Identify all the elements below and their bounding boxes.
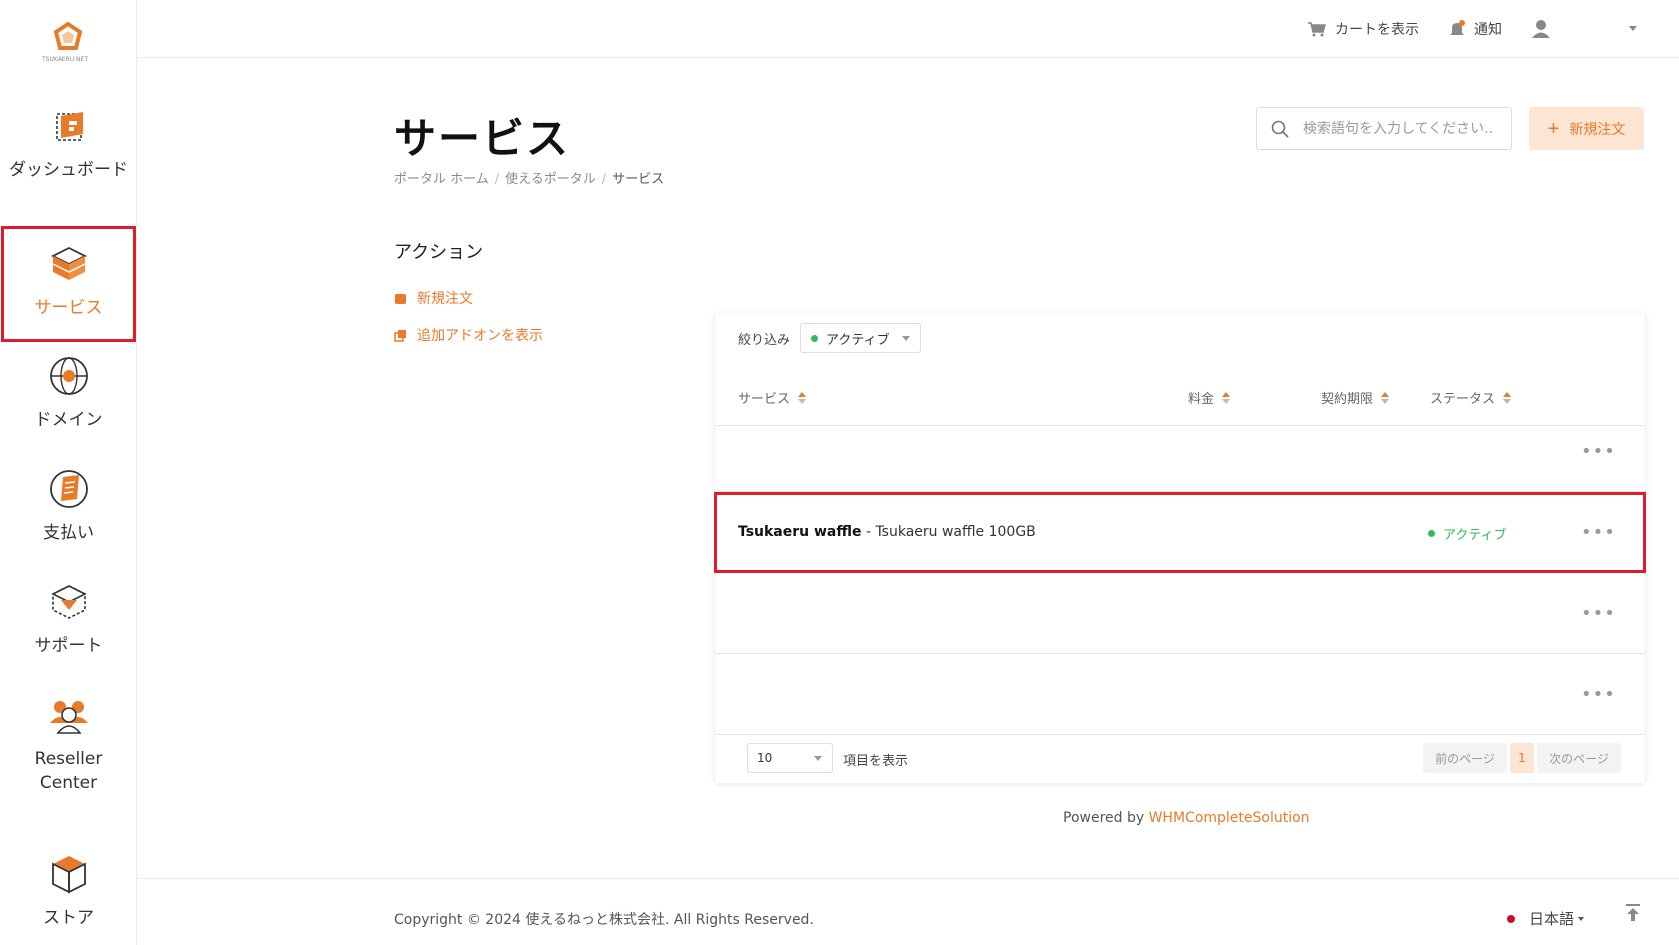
sidebar-item-support[interactable]: サポート: [0, 580, 137, 658]
filter-label: 絞り込み: [738, 332, 791, 348]
action-new-order-link[interactable]: 新規注文: [394, 288, 473, 308]
table-row[interactable]: •••: [715, 573, 1645, 654]
new-order-label: 新規注文: [1569, 120, 1626, 137]
per-page-label: 項目を表示: [843, 754, 909, 769]
invoice-icon: [49, 470, 88, 508]
sidebar-item-label: サポート: [34, 636, 103, 656]
column-due-date[interactable]: 契約期限: [1321, 388, 1390, 407]
page-title: サービス: [394, 114, 571, 163]
view-cart-label: カートを表示: [1335, 22, 1419, 38]
notifications-link[interactable]: 通知: [1448, 19, 1502, 39]
sidebar-item-label: ダッシュボード: [9, 160, 128, 180]
cart-icon: [1308, 22, 1326, 37]
new-order-button[interactable]: + 新規注文: [1529, 107, 1644, 150]
logo-icon: [53, 22, 83, 50]
sidebar-item-reseller-center[interactable]: Reseller Center: [0, 693, 137, 795]
column-status-label: ステータス: [1430, 392, 1496, 407]
bell-icon: [1450, 20, 1465, 35]
page-number-button[interactable]: 1: [1510, 743, 1534, 773]
view-cart-link[interactable]: カートを表示: [1307, 19, 1419, 39]
breadcrumb-portal[interactable]: 使えるポータル: [505, 172, 596, 187]
status-filter-select[interactable]: アクティブ: [800, 323, 922, 353]
powered-by-prefix: Powered by: [1063, 810, 1149, 826]
copyright: Copyright © 2024 使えるねっと株式会社. All Rights …: [394, 912, 814, 928]
more-options-icon[interactable]: •••: [1581, 441, 1616, 462]
plus-icon: +: [1547, 117, 1560, 140]
row-highlight: [714, 492, 1646, 573]
sidebar-item-store[interactable]: ストア: [0, 852, 137, 930]
globe-icon: [49, 357, 88, 395]
active-dot-icon: [811, 334, 819, 342]
back-to-top-button[interactable]: [1624, 903, 1642, 927]
addons-icon: [394, 329, 406, 342]
topbar: カートを表示 通知: [137, 0, 1679, 58]
column-price[interactable]: 料金: [1188, 388, 1231, 407]
sort-icon: [798, 391, 807, 404]
column-service[interactable]: サービス: [738, 388, 807, 407]
user-icon: [1532, 20, 1550, 38]
search-box[interactable]: [1256, 107, 1512, 150]
breadcrumb-home[interactable]: ポータル ホーム: [394, 172, 489, 187]
filter-value: アクティブ: [826, 332, 890, 348]
dashboard-icon: [55, 112, 83, 141]
whmcs-link[interactable]: WHMCompleteSolution: [1149, 810, 1310, 826]
column-due-date-label: 契約期限: [1321, 392, 1374, 407]
action-new-order-label: 新規注文: [417, 291, 473, 307]
support-icon: [50, 585, 87, 619]
sort-icon: [1503, 391, 1512, 404]
action-view-addons-label: 追加アドオンを表示: [417, 328, 543, 344]
language-label: 日本語: [1529, 910, 1575, 928]
per-page-value: 10: [757, 751, 773, 765]
column-price-label: 料金: [1188, 392, 1215, 407]
chevron-down-icon: [1629, 26, 1637, 31]
account-dropdown[interactable]: [1629, 26, 1637, 31]
breadcrumb: ポータル ホーム / 使えるポータル / サービス: [394, 172, 665, 187]
chevron-down-icon: [814, 756, 822, 761]
cube-icon: [51, 856, 86, 894]
notifications-label: 通知: [1474, 22, 1502, 38]
prev-page-button[interactable]: 前のページ: [1423, 743, 1507, 773]
sort-icon: [1381, 391, 1390, 404]
per-page-select[interactable]: 10: [747, 743, 833, 773]
next-page-button[interactable]: 次のページ: [1537, 743, 1621, 773]
filter-row: 絞り込み アクティブ: [738, 323, 922, 353]
sidebar-item-dashboard[interactable]: ダッシュボード: [0, 104, 137, 182]
sidebar-item-label: ドメイン: [34, 410, 103, 430]
bag-icon: [395, 293, 406, 304]
language-selector[interactable]: 日本語: [1507, 908, 1585, 929]
more-options-icon[interactable]: •••: [1581, 603, 1616, 624]
column-service-label: サービス: [738, 392, 791, 407]
japan-flag-icon: [1507, 914, 1515, 923]
logo-text: TSUKAERU.NET: [42, 56, 89, 63]
sidebar-item-billing[interactable]: 支払い: [0, 467, 137, 545]
logo[interactable]: TSUKAERU.NET: [42, 22, 92, 68]
sort-icon: [1222, 391, 1231, 404]
breadcrumb-current: サービス: [612, 172, 665, 187]
actions-title: アクション: [394, 242, 484, 263]
users-icon: [49, 701, 88, 734]
table-row[interactable]: •••: [715, 411, 1645, 492]
chevron-down-icon: [1578, 916, 1585, 921]
account-menu[interactable]: [1531, 19, 1559, 39]
search-input[interactable]: [1303, 120, 1493, 137]
sidebar-item-label: 支払い: [43, 523, 94, 543]
more-options-icon[interactable]: •••: [1581, 684, 1616, 705]
chevron-down-icon: [902, 336, 911, 341]
footer: Copyright © 2024 使えるねっと株式会社. All Rights …: [137, 878, 1679, 945]
table-row[interactable]: •••: [715, 654, 1645, 735]
action-view-addons-link[interactable]: 追加アドオンを表示: [394, 325, 543, 345]
column-status[interactable]: ステータス: [1430, 388, 1512, 407]
search-icon: [1271, 120, 1289, 138]
sidebar-item-label: ストア: [43, 908, 94, 928]
sidebar-item-label: Reseller Center: [34, 749, 103, 793]
powered-by: Powered by WHMCompleteSolution: [1063, 810, 1310, 826]
active-highlight: [1, 226, 136, 342]
arrow-up-icon: [1626, 904, 1640, 921]
sidebar-item-domains[interactable]: ドメイン: [0, 354, 137, 432]
sidebar: TSUKAERU.NET ダッシュボード サービス ドメイン 支払い サポート …: [0, 0, 137, 945]
